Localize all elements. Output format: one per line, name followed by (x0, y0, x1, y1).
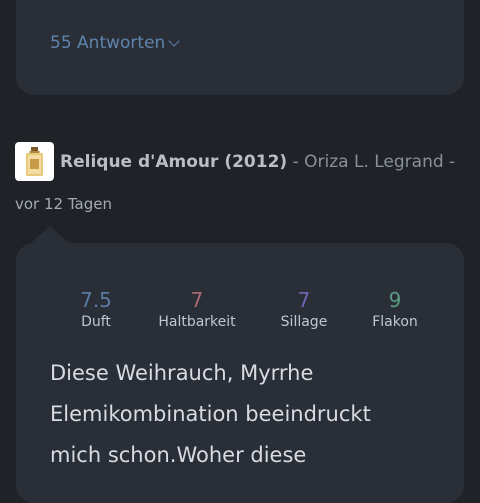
perfume-thumbnail[interactable] (15, 142, 54, 181)
review-text: Diese Weihrauch, Myrrhe Elemikombination… (50, 353, 430, 476)
rating-value: 7.5 (80, 288, 112, 312)
perfume-name-link[interactable]: Relique d'Amour (2012) (60, 152, 287, 172)
review-title-line: Relique d'Amour (2012) - Oriza L. Legran… (60, 150, 455, 174)
review-text-line: mich schon.Woher diese (50, 443, 307, 467)
answers-count-label[interactable]: 55 Antworten (50, 31, 165, 55)
chevron-down-icon[interactable] (168, 35, 180, 47)
review-text-line: Diese Weihrauch, Myrrhe (50, 361, 314, 385)
rating-label: Flakon (372, 314, 418, 330)
rating-label: Sillage (280, 314, 328, 330)
brand-link[interactable]: Oriza L. Legrand (304, 152, 444, 172)
ratings-row: 7.5 Duft 7 Haltbarkeit 7 Sillage 9 Flako… (0, 288, 480, 338)
rating-label: Duft (81, 314, 111, 330)
rating-value: 9 (388, 288, 402, 312)
rating-sillage: 7 Sillage (254, 288, 354, 332)
rating-haltbarkeit: 7 Haltbarkeit (147, 288, 247, 332)
rating-label: Haltbarkeit (158, 314, 236, 330)
separator: - (287, 152, 305, 172)
separator: - (443, 152, 456, 172)
review-date: vor 12 Tagen (15, 195, 112, 213)
review-text-line: Elemikombination beeindruckt (50, 402, 371, 426)
review-card-pointer (30, 226, 70, 244)
rating-value: 7 (190, 288, 204, 312)
rating-duft: 7.5 Duft (46, 288, 146, 332)
rating-value: 7 (297, 288, 311, 312)
answers-toggle-button[interactable]: 55 Antworten (50, 31, 180, 55)
rating-flakon: 9 Flakon (345, 288, 445, 332)
